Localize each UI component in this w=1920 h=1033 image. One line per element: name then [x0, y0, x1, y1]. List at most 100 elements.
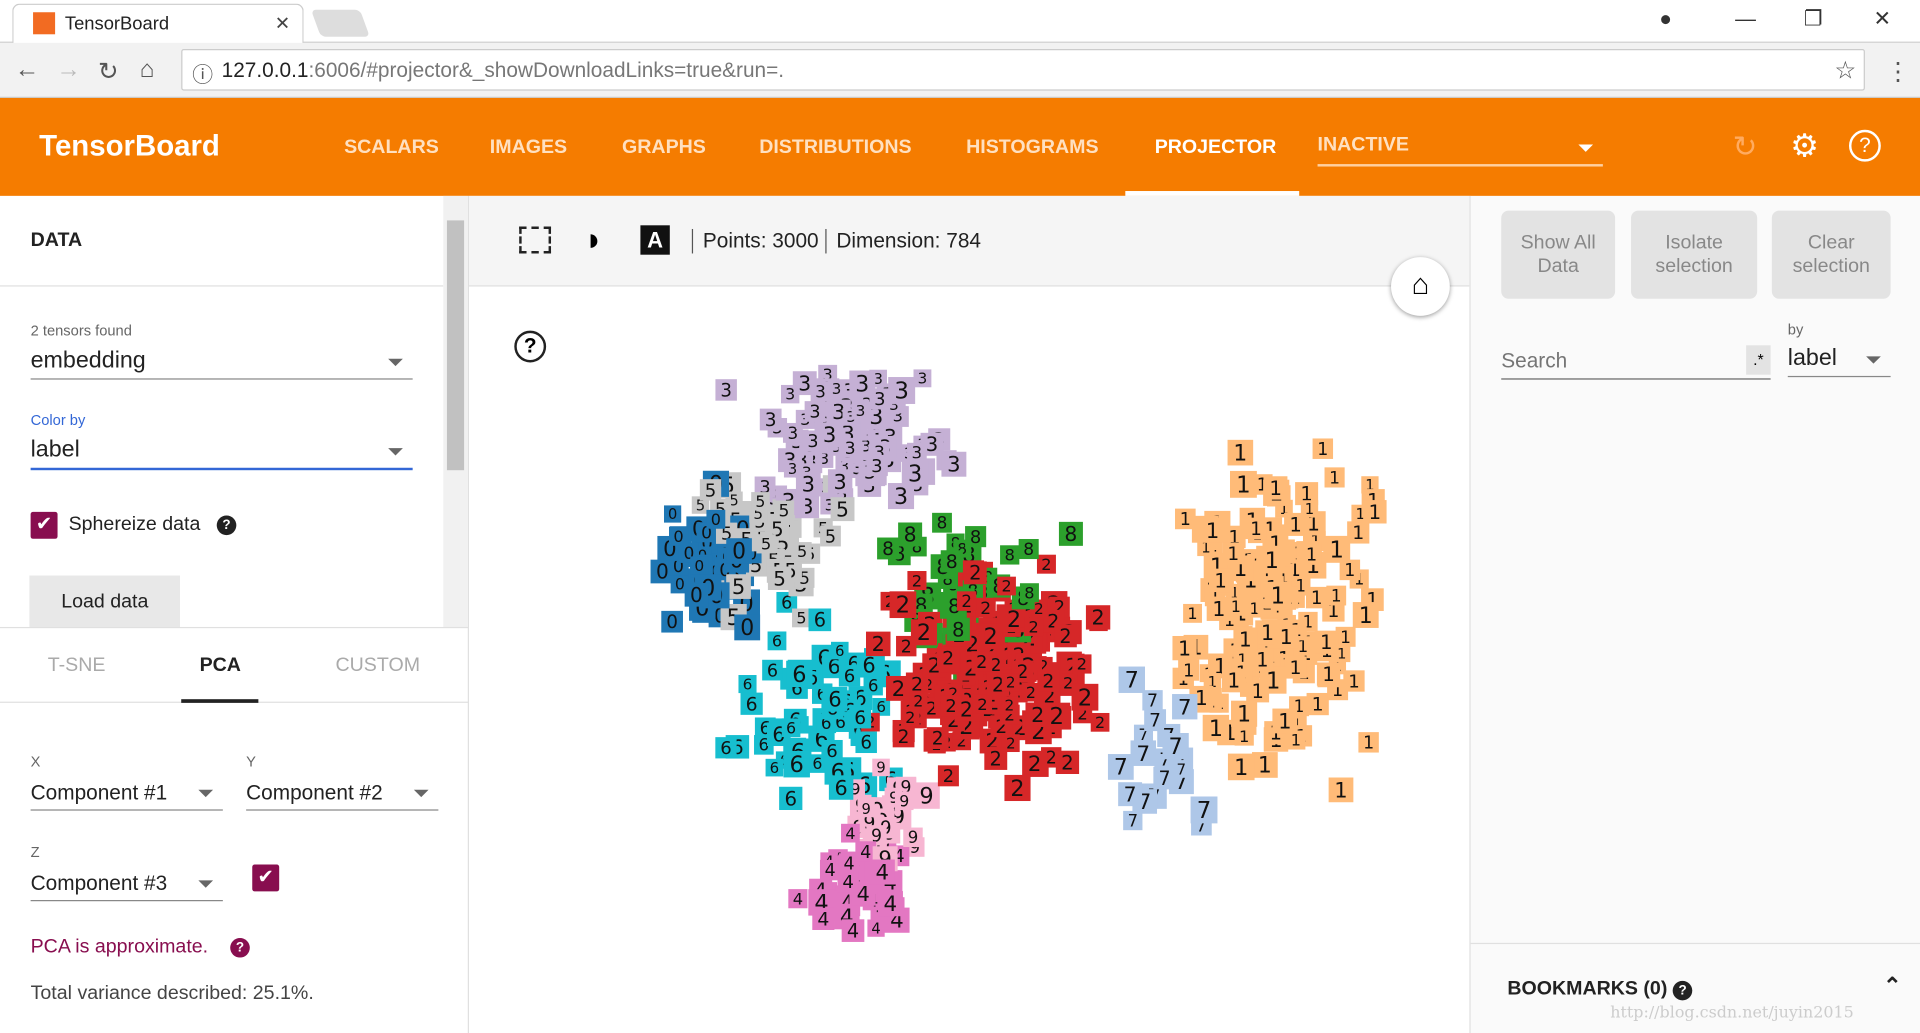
point-label-2[interactable]: 2 [1043, 702, 1071, 730]
point-label-5[interactable]: 5 [726, 574, 751, 599]
point-label-5[interactable]: 5 [756, 534, 776, 554]
help-icon[interactable]: ? [216, 515, 237, 536]
point-label-2[interactable]: 2 [975, 597, 996, 619]
point-label-6[interactable]: 6 [786, 660, 813, 688]
point-label-8[interactable]: 8 [1058, 521, 1083, 546]
point-label-9[interactable]: 9 [857, 799, 875, 818]
point-label-1[interactable]: 1 [1312, 438, 1334, 460]
point-label-7[interactable]: 7 [1190, 796, 1218, 824]
point-label-0[interactable]: 0 [726, 538, 752, 565]
point-label-2[interactable]: 2 [984, 747, 1008, 770]
restore-icon[interactable]: ❐ [1804, 7, 1823, 31]
point-label-4[interactable]: 4 [869, 859, 895, 886]
tab-custom[interactable]: CUSTOM [336, 655, 421, 677]
point-label-1[interactable]: 1 [1229, 470, 1257, 498]
tab-histograms[interactable]: HISTOGRAMS [966, 137, 1098, 159]
point-label-7[interactable]: 7 [1130, 740, 1157, 767]
point-label-6[interactable]: 6 [783, 750, 810, 778]
point-label-2[interactable]: 2 [997, 577, 1016, 596]
select-rect-icon[interactable] [519, 226, 552, 254]
load-data-button[interactable]: Load data [29, 575, 181, 627]
point-label-1[interactable]: 1 [1326, 585, 1347, 605]
minimize-icon[interactable]: — [1735, 7, 1756, 31]
reload-icon[interactable]: ↻ [98, 56, 119, 87]
z-component-select[interactable]: Component #3 [30, 872, 223, 902]
point-label-2[interactable]: 2 [1085, 605, 1111, 630]
point-label-1[interactable]: 1 [1231, 700, 1258, 728]
chevron-up-icon[interactable]: ⌃ [1883, 973, 1901, 999]
home-icon[interactable]: ⌂ [140, 56, 155, 84]
point-label-7[interactable]: 7 [1162, 733, 1189, 760]
point-label-7[interactable]: 7 [1142, 690, 1163, 711]
embedding-scatter[interactable]: 1021112111111111111111111111111112212111… [469, 287, 1469, 1033]
point-label-2[interactable]: 2 [865, 631, 891, 657]
point-label-3[interactable]: 3 [840, 437, 861, 459]
profile-icon[interactable]: ● [1659, 7, 1672, 31]
point-label-2[interactable]: 2 [1090, 713, 1110, 732]
run-select[interactable]: INACTIVE [1317, 135, 1603, 167]
point-label-9[interactable]: 9 [913, 782, 940, 810]
point-label-1[interactable]: 1 [1199, 517, 1226, 544]
point-label-0[interactable]: 0 [706, 509, 726, 529]
new-tab-button[interactable] [311, 9, 370, 37]
point-label-3[interactable]: 3 [866, 454, 888, 477]
point-label-8[interactable]: 8 [932, 513, 952, 533]
scrollbar-thumb[interactable] [446, 220, 465, 471]
forward-icon[interactable]: → [56, 56, 80, 84]
point-label-7[interactable]: 7 [1118, 666, 1145, 694]
search-input[interactable] [1501, 342, 1771, 380]
point-label-6[interactable]: 6 [808, 754, 827, 773]
point-label-2[interactable]: 2 [907, 571, 927, 590]
point-label-8[interactable]: 8 [965, 526, 987, 548]
point-label-2[interactable]: 2 [1054, 624, 1077, 648]
point-label-6[interactable]: 6 [808, 608, 832, 632]
point-label-1[interactable]: 1 [1222, 542, 1245, 565]
point-label-2[interactable]: 2 [1001, 673, 1020, 692]
tensor-select[interactable]: embedding [30, 348, 413, 380]
point-label-6[interactable]: 6 [822, 687, 848, 712]
tab-tsne[interactable]: T-SNE [48, 655, 106, 677]
point-label-3[interactable]: 3 [901, 460, 929, 487]
bookmark-star-icon[interactable]: ☆ [1834, 55, 1856, 86]
point-label-6[interactable]: 6 [831, 641, 849, 660]
tab-images[interactable]: IMAGES [490, 137, 567, 159]
point-label-2[interactable]: 2 [1055, 750, 1080, 775]
point-label-2[interactable]: 2 [971, 651, 993, 673]
point-label-1[interactable]: 1 [1183, 603, 1202, 623]
point-label-8[interactable]: 8 [877, 537, 899, 561]
help-icon[interactable]: ? [514, 330, 547, 363]
point-label-2[interactable]: 2 [1037, 669, 1060, 693]
point-label-5[interactable]: 5 [820, 525, 841, 548]
point-label-7[interactable]: 7 [1172, 694, 1198, 720]
point-label-9[interactable]: 9 [894, 791, 914, 810]
point-label-3[interactable]: 3 [851, 401, 870, 420]
point-label-7[interactable]: 7 [1172, 760, 1191, 778]
help-icon[interactable]: ? [230, 937, 250, 958]
point-label-2[interactable]: 2 [937, 646, 960, 670]
night-mode-icon[interactable]: ◗ [584, 220, 603, 258]
point-label-1[interactable]: 1 [1306, 692, 1329, 716]
point-label-2[interactable]: 2 [937, 765, 959, 787]
point-label-5[interactable]: 5 [830, 497, 855, 521]
point-label-0[interactable]: 0 [690, 556, 709, 575]
point-label-1[interactable]: 1 [1363, 500, 1387, 524]
point-label-6[interactable]: 6 [762, 659, 783, 682]
point-label-2[interactable]: 2 [1071, 683, 1099, 711]
search-by-select[interactable]: label [1787, 345, 1891, 378]
point-label-6[interactable]: 6 [738, 675, 757, 693]
help-icon[interactable]: ? [1672, 980, 1693, 1001]
point-label-1[interactable]: 1 [1264, 581, 1292, 610]
z-component-checkbox[interactable]: ✔ [252, 864, 280, 892]
tab-scalars[interactable]: SCALARS [344, 137, 439, 159]
point-label-2[interactable]: 2 [1072, 654, 1092, 674]
point-label-2[interactable]: 2 [1022, 750, 1048, 777]
point-label-1[interactable]: 1 [1264, 476, 1288, 500]
browser-tab[interactable]: TensorBoard ✕ [12, 3, 304, 45]
point-label-6[interactable]: 6 [767, 631, 787, 651]
point-label-2[interactable]: 2 [892, 725, 915, 748]
point-label-9[interactable]: 9 [872, 758, 890, 777]
point-label-2[interactable]: 2 [1036, 554, 1056, 574]
reset-home-icon[interactable]: ⌂ [1391, 257, 1450, 316]
point-label-0[interactable]: 0 [669, 526, 689, 546]
point-label-1[interactable]: 1 [1339, 559, 1361, 581]
